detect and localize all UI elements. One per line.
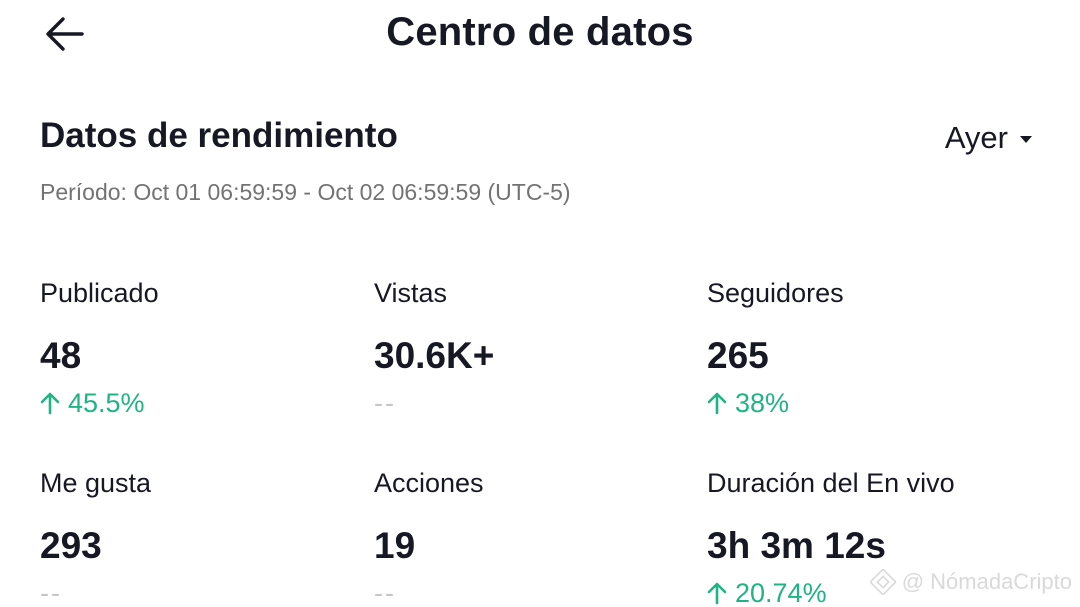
metric-change-value: 38% <box>735 388 790 418</box>
watermark: @ NómadaCripto <box>869 569 1072 595</box>
metric-value: 19 <box>374 525 416 566</box>
caret-down-icon <box>1020 135 1032 143</box>
page-title: Centro de datos <box>386 10 694 54</box>
metric-label: Vistas <box>374 278 448 308</box>
watermark-text: @ NómadaCripto <box>901 569 1072 594</box>
metric-change-value: 20.74% <box>735 578 827 607</box>
metric-value: 293 <box>40 525 102 566</box>
date-range-dropdown[interactable]: Ayer <box>945 120 1032 156</box>
metric-change-empty: -- <box>374 578 396 607</box>
metric-value: 3h 3m 12s <box>707 525 886 566</box>
metric-change-empty: -- <box>374 388 396 418</box>
metric-change: 45.5% <box>40 387 360 419</box>
date-range-label: Ayer <box>944 120 1008 155</box>
metric-value: 265 <box>707 335 769 376</box>
metric-label: Publicado <box>40 278 159 308</box>
arrow-up-icon <box>40 392 60 415</box>
metric-value: 48 <box>40 335 82 376</box>
metric-change: 38% <box>707 387 1027 419</box>
data-center-screen: Centro de datos Datos de rendimiento Aye… <box>0 0 1080 607</box>
metric-card-publicado[interactable]: Publicado 48 45.5% <box>40 277 360 419</box>
binance-logo-icon <box>869 569 896 595</box>
arrow-up-icon <box>707 392 727 415</box>
metric-change-empty: -- <box>40 578 62 607</box>
metric-label: Seguidores <box>707 278 844 308</box>
metric-card-vistas[interactable]: Vistas 30.6K+ -- <box>374 277 694 419</box>
metric-card-seguidores[interactable]: Seguidores 265 38% <box>707 277 1027 419</box>
metric-card-me-gusta[interactable]: Me gusta 293 -- <box>40 467 360 607</box>
metric-label: Duración del En vivo <box>707 468 955 498</box>
metric-label: Me gusta <box>40 468 152 498</box>
metric-change-value: 45.5% <box>68 388 145 418</box>
metric-card-acciones[interactable]: Acciones 19 -- <box>374 467 694 607</box>
metric-label: Acciones <box>374 468 484 498</box>
metric-value: 30.6K+ <box>374 335 495 376</box>
arrow-up-icon <box>707 582 727 605</box>
section-title: Datos de rendimiento <box>40 116 398 155</box>
period-text: Período: Oct 01 06:59:59 - Oct 02 06:59:… <box>40 179 571 205</box>
